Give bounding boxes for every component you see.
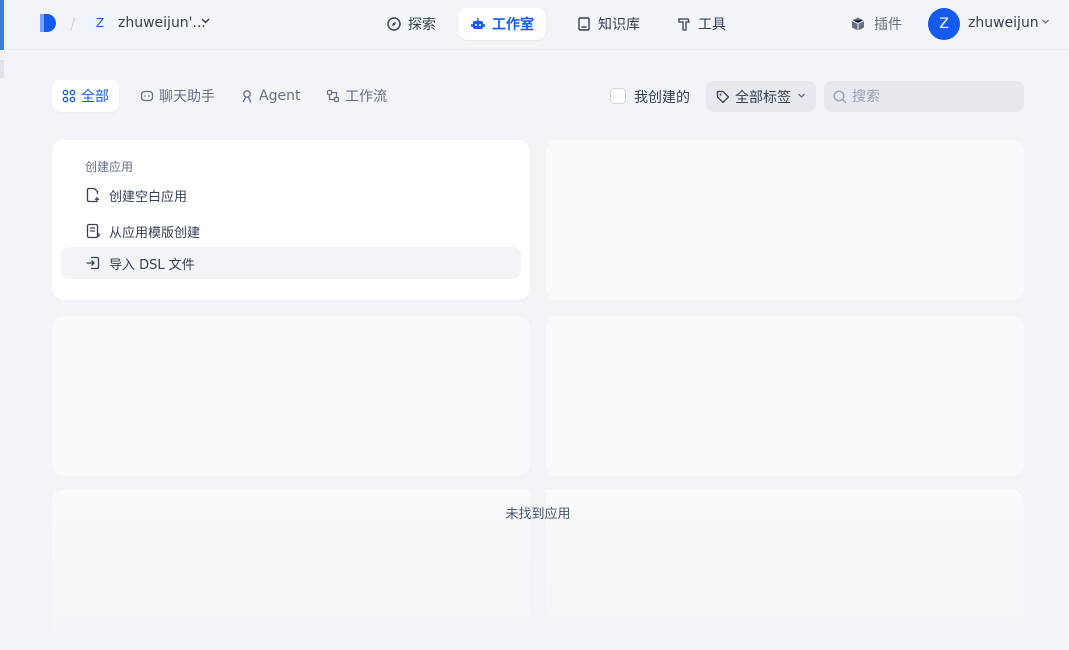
create-blank-app-button[interactable]: 创建空白应用: [61, 179, 521, 211]
placeholder-app-card: [546, 140, 1024, 300]
create-from-template-button[interactable]: 从应用模版创建: [61, 215, 521, 247]
nav-studio[interactable]: 工作室: [458, 8, 546, 40]
nav-explore-label: 探索: [408, 17, 436, 33]
create-app-title: 创建应用: [85, 160, 134, 174]
tab-agent[interactable]: Agent: [230, 80, 310, 112]
file-plus-icon: [86, 187, 100, 203]
top-navigation-bar: / Z zhuweijun'... 探索 工作室 知识库 工具 插件 Z zhu…: [4, 0, 1069, 50]
created-by-me-label[interactable]: 我创建的: [634, 87, 690, 107]
nav-tools[interactable]: 工具: [664, 8, 738, 40]
chevron-down-icon[interactable]: [200, 15, 211, 29]
import-icon: [86, 256, 100, 270]
chat-icon: [140, 90, 154, 102]
empty-state-message: 未找到应用: [505, 507, 571, 522]
tab-workflow[interactable]: 工作流: [316, 80, 397, 112]
tab-all-label: 全部: [81, 89, 109, 105]
hammer-icon: [678, 18, 690, 31]
book-icon: [578, 17, 590, 31]
compass-icon: [387, 17, 401, 31]
nav-explore[interactable]: 探索: [374, 8, 448, 40]
user-avatar[interactable]: Z: [928, 8, 960, 40]
workflow-icon: [326, 89, 340, 103]
nav-knowledge-label: 知识库: [598, 17, 640, 33]
tab-workflow-label: 工作流: [345, 89, 387, 105]
tab-chat-assistant[interactable]: 聊天助手: [130, 80, 225, 112]
chevron-down-icon: [797, 91, 806, 103]
grid-icon: [62, 89, 76, 103]
breadcrumb-separator: /: [70, 14, 76, 33]
search-input[interactable]: [852, 88, 1012, 105]
workspace-avatar[interactable]: Z: [90, 13, 110, 33]
import-dsl-button[interactable]: 导入 DSL 文件: [61, 247, 521, 279]
tab-all[interactable]: 全部: [52, 80, 119, 112]
template-icon: [86, 223, 101, 239]
create-from-template-label: 从应用模版创建: [109, 225, 201, 241]
window-edge-lower: [0, 60, 4, 78]
tag-icon: [716, 90, 730, 103]
plugins-label: 插件: [874, 17, 902, 33]
user-name[interactable]: zhuweijun: [968, 15, 1039, 31]
app-logo-icon[interactable]: [38, 12, 58, 34]
import-dsl-label: 导入 DSL 文件: [109, 257, 195, 273]
search-icon: [833, 89, 847, 103]
plugins-button[interactable]: 插件: [850, 8, 902, 40]
tag-filter-label: 全部标签: [735, 89, 791, 106]
nav-tools-label: 工具: [698, 17, 726, 33]
created-by-me-checkbox[interactable]: [610, 88, 626, 104]
nav-studio-label: 工作室: [492, 17, 534, 33]
robot-icon: [471, 18, 485, 29]
placeholder-app-card: [546, 316, 1024, 476]
cube-icon: [851, 17, 865, 31]
workspace-name[interactable]: zhuweijun'...: [118, 15, 206, 31]
create-app-card: 创建应用 创建空白应用 从应用模版创建 导入 DSL 文件: [52, 140, 530, 300]
search-box[interactable]: [824, 81, 1024, 112]
chevron-down-icon[interactable]: [1041, 17, 1050, 29]
agent-icon: [242, 90, 252, 103]
nav-knowledge[interactable]: 知识库: [564, 8, 652, 40]
tag-filter-select[interactable]: 全部标签: [706, 81, 816, 112]
tab-agent-label: Agent: [259, 88, 301, 104]
placeholder-app-card: [52, 316, 530, 476]
tab-chat-assistant-label: 聊天助手: [159, 89, 215, 105]
create-blank-app-label: 创建空白应用: [109, 189, 188, 205]
